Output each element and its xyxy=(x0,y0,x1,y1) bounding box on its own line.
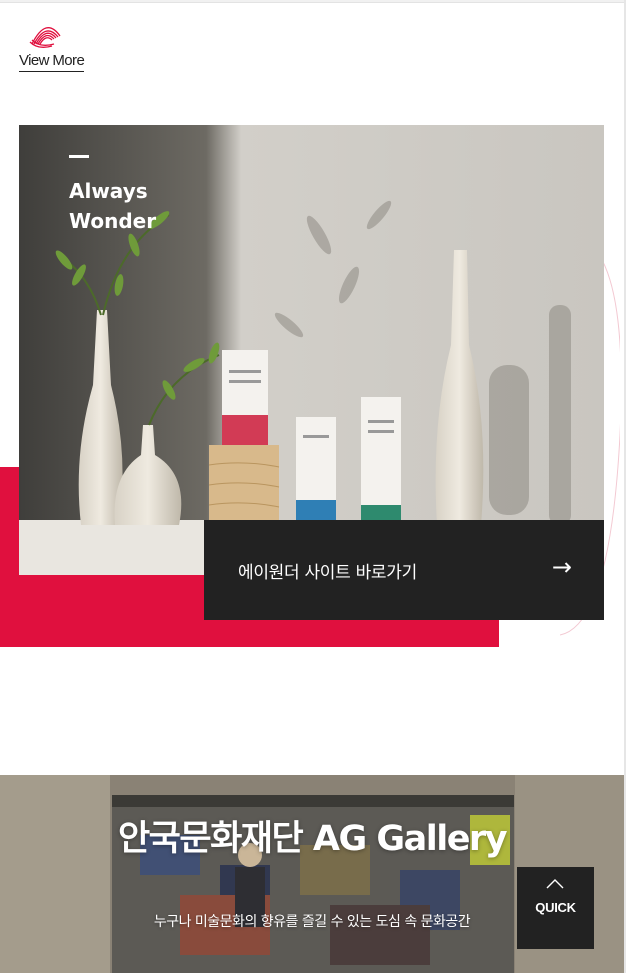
awonder-site-button[interactable]: 에이원더 사이트 바로가기 → xyxy=(204,520,604,620)
top-divider xyxy=(0,0,626,3)
tagline-dash xyxy=(69,155,89,158)
quick-menu-label: QUICK xyxy=(535,900,576,915)
view-more-link[interactable]: View More xyxy=(19,52,85,72)
tagline-line-2: Wonder xyxy=(69,209,157,233)
quick-menu-button[interactable]: QUICK xyxy=(517,867,594,949)
sunburst-logo-icon xyxy=(29,27,61,48)
chevron-up-icon xyxy=(546,879,564,889)
tagline-line-1: Always xyxy=(69,179,148,203)
promo-tagline: Always Wonder xyxy=(69,176,269,236)
arrow-right-icon: → xyxy=(551,553,572,581)
awonder-site-label: 에이원더 사이트 바로가기 xyxy=(238,563,417,583)
gallery-title: 안국문화재단 AG Gallery xyxy=(117,819,508,859)
